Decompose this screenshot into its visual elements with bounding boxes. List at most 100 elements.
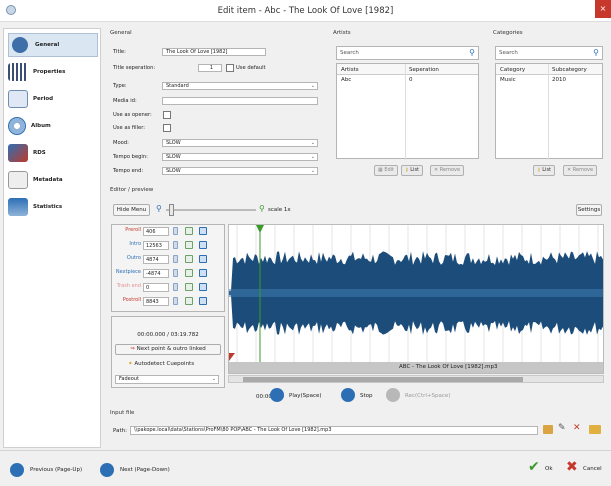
title-separation-label: Title seperation: [113,65,156,71]
sidebar-item-period[interactable]: Period [8,87,98,111]
artist-remove-button[interactable]: ✕ Remove [430,165,465,176]
cuepoint-row: Outro 4874 [113,255,223,265]
set-cue-icon[interactable] [185,241,193,249]
goto-cue-icon[interactable] [199,283,207,291]
media-id-input[interactable] [162,97,318,105]
use-default-checkbox[interactable] [226,64,234,72]
zoom-scale-label: scale 1x [268,207,291,213]
stepper-icon[interactable] [173,227,178,235]
folder-open-icon[interactable] [543,425,553,434]
waveform-view[interactable]: ABC - The Look Of Love [1982].mp3 [228,224,604,374]
stepper-icon[interactable] [173,297,178,305]
goto-cue-icon[interactable] [199,255,207,263]
stepper-icon[interactable] [173,269,178,277]
zoom-out-icon: ⚲ [156,204,162,213]
sidebar-item-label: General [35,42,60,48]
artist-edit-button[interactable]: ▦ Edit [374,165,399,176]
record-label: Rec(Ctrl+Space) [405,393,451,399]
cuepoint-value[interactable]: -4874 [143,269,169,278]
remove-icon[interactable]: ✕ [573,423,581,433]
cancel-button[interactable]: ✖ Cancel [566,459,610,479]
media-id-label: Media id: [113,98,137,104]
previous-button[interactable]: Previous (Page-Up) [10,462,96,478]
categories-search[interactable]: Search ⚲ [495,46,603,60]
goto-cue-icon[interactable] [199,269,207,277]
column-header: Artists [341,67,359,73]
sidebar: General Properties Period Album RDS Meta… [3,28,101,448]
sidebar-item-label: Period [33,96,54,102]
tempo-end-select[interactable]: SLOW ⌄ [162,167,318,175]
categories-search-placeholder: Search [499,50,518,56]
next-button[interactable]: Next (Page-Down) [100,462,186,478]
pencil-icon[interactable]: ✎ [558,423,566,433]
cuepoint-label: Postroll [122,297,141,303]
stepper-icon[interactable] [173,241,178,249]
table-row[interactable]: Abc 0 [337,75,478,85]
stepper-icon[interactable] [173,255,178,263]
play-label: Play(Space) [289,393,322,399]
mood-select[interactable]: SLOW ⌄ [162,139,318,147]
artist-list-button[interactable]: ⚷ List [401,165,424,176]
artists-search[interactable]: Search ⚲ [336,46,479,60]
cuepoint-value[interactable]: 4874 [143,255,169,264]
play-icon [270,388,284,402]
sidebar-item-statistics[interactable]: Statistics [8,195,98,219]
title-separation-stepper[interactable]: 1 [198,64,222,72]
record-icon [386,388,400,402]
sidebar-item-general[interactable]: General [8,33,98,57]
preroll-marker [229,353,235,361]
close-button[interactable]: × [595,0,611,18]
goto-cue-icon[interactable] [199,297,207,305]
sidebar-item-rds[interactable]: RDS [8,141,98,165]
footer-divider [0,450,611,451]
cuepoint-value[interactable]: 12563 [143,241,169,250]
tempo-begin-value: SLOW [166,154,181,160]
settings-button[interactable]: Settings [576,204,602,216]
sidebar-item-label: Statistics [33,204,63,210]
path-input[interactable]: \\pakope.local\data\Stations\ProFM\80 PO… [130,426,538,435]
stepper-icon[interactable] [173,283,178,291]
type-select[interactable]: Standard ⌄ [162,82,318,90]
set-cue-icon[interactable] [185,227,193,235]
bars-icon [8,63,28,81]
zoom-slider-thumb[interactable] [168,204,174,216]
sidebar-item-album[interactable]: Album [8,114,98,138]
record-button[interactable]: Rec(Ctrl+Space) [386,386,466,404]
next-point-button[interactable]: ⇒ Next point & outro linked [115,344,221,355]
category-remove-button[interactable]: ✕ Remove [563,165,598,176]
fade-select[interactable]: Fadeout ⌄ [115,375,219,384]
table-row[interactable]: Music 2010 [496,75,602,85]
cuepoint-label: Nextpiece [115,269,141,275]
tempo-begin-select[interactable]: SLOW ⌄ [162,153,318,161]
autodetect-button[interactable]: ✦ Autodetect Cuepoints [128,361,194,367]
stop-label: Stop [360,393,373,399]
title-input[interactable]: The Look Of Love [1982] [162,48,266,56]
table-header: Artists Seperation [337,64,478,160]
sidebar-item-properties[interactable]: Properties [8,60,98,84]
waveform-scrollbar[interactable] [228,375,604,383]
ok-button[interactable]: ✔ Ok [528,459,564,479]
sidebar-item-label: Metadata [33,177,63,183]
hide-menu-button[interactable]: Hide Menu [113,204,150,216]
set-cue-icon[interactable] [185,283,193,291]
sidebar-item-metadata[interactable]: Metadata [8,168,98,192]
zoom-slider[interactable] [166,204,256,216]
set-cue-icon[interactable] [185,297,193,305]
category-list-button[interactable]: ⚷ List [533,165,556,176]
cuepoint-value[interactable]: 8843 [143,297,169,306]
set-cue-icon[interactable] [185,255,193,263]
cuepoint-value[interactable]: 0 [143,283,169,292]
autodetect-label: Autodetect Cuepoints [134,361,195,367]
play-button[interactable]: Play(Space) [270,386,334,404]
use-as-opener-checkbox[interactable] [163,111,171,119]
use-as-filler-checkbox[interactable] [163,124,171,132]
goto-cue-icon[interactable] [199,227,207,235]
scrollbar-thumb[interactable] [243,377,523,382]
set-cue-icon[interactable] [185,269,193,277]
cuepoint-value[interactable]: 406 [143,227,169,236]
stop-button[interactable]: Stop [341,386,381,404]
artists-table: Artists Seperation Abc 0 [336,63,479,160]
goto-cue-icon[interactable] [199,241,207,249]
folder-icon[interactable] [589,425,601,434]
table-cell: Music [500,77,516,83]
